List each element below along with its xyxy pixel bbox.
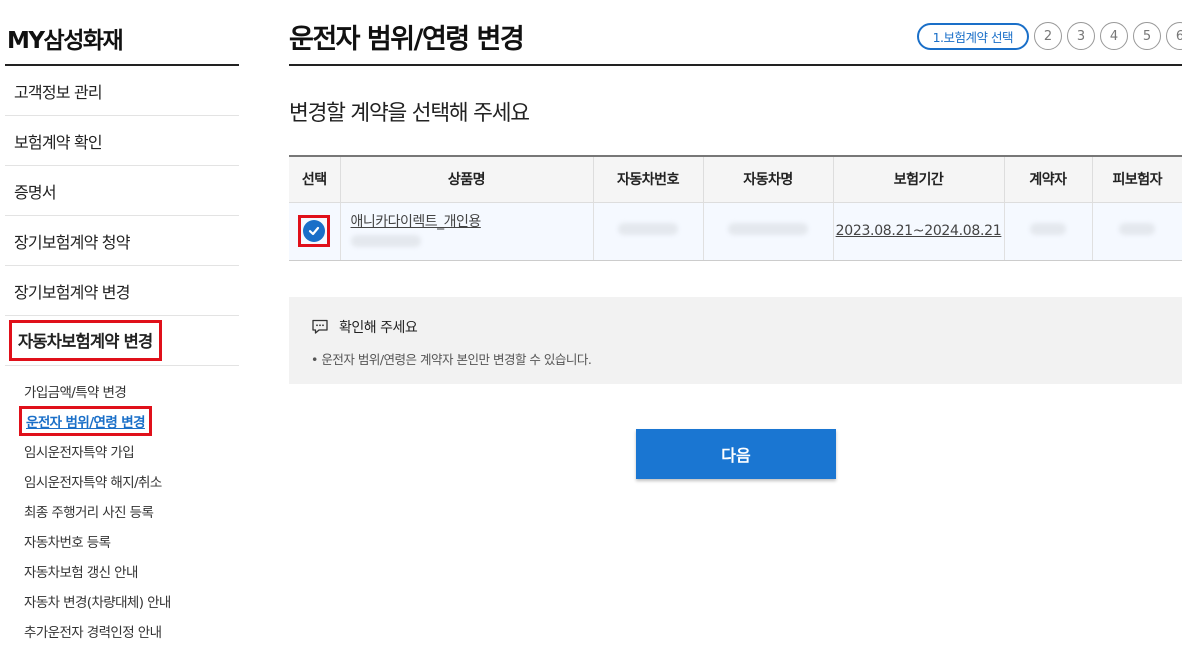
submenu: 가입금액/특약 변경 운전자 범위/연령 변경 임시운전자특약 가입 임시운전자… [5,366,239,646]
product-link[interactable]: 애니카다이렉트_개인용 [351,214,482,230]
menu-item-label: 장기보험계약 변경 [14,282,130,302]
notice-text: • 운전자 범위/연령은 계약자 본인만 변경할 수 있습니다. [311,351,592,367]
menu-item-label: 고객정보 관리 [14,82,103,102]
table-header-row: 선택 상품명 자동차번호 자동차명 보험기간 계약자 피보험자 [289,155,1182,203]
submenu-item-driver-range[interactable]: 운전자 범위/연령 변경 [5,406,239,436]
submenu-item-label: 운전자 범위/연령 변경 [19,406,152,436]
insurance-period: 2023.08.21~2024.08.21 [835,223,1002,239]
submenu-item-extra-driver[interactable]: 추가운전자 경력인정 안내 [5,616,239,646]
next-button[interactable]: 다음 [636,429,836,479]
contractor-cell [1003,202,1092,261]
contracts-table: 선택 상품명 자동차번호 자동차명 보험기간 계약자 피보험자 애니카다이렉트_… [289,155,1182,261]
page-title: 운전자 범위/연령 변경 [289,24,525,55]
col-header-car-number: 자동차번호 [592,155,703,203]
step-3: 3 [1067,22,1095,50]
section-title: 변경할 계약을 선택해 주세요 [289,101,530,126]
redacted-policy-number [350,235,421,247]
step-indicator: 1.보험계약 선택 2 3 4 5 6 [916,22,1182,50]
col-header-insured: 피보험자 [1091,155,1182,203]
submenu-item-coverage[interactable]: 가입금액/특약 변경 [5,376,239,406]
redacted-car-name [728,223,808,235]
submenu-item-label: 자동차보험 갱신 안내 [24,565,138,581]
table-row[interactable]: 애니카다이렉트_개인용 2023.08.21~2024.08.21 [289,202,1182,261]
submenu-item-label: 임시운전자특약 해지/취소 [24,475,162,491]
submenu-item-label: 추가운전자 경력인정 안내 [24,625,162,641]
notice-box: 확인해 주세요 • 운전자 범위/연령은 계약자 본인만 변경할 수 있습니다. [289,296,1182,384]
speech-bubble-icon [312,319,328,334]
submenu-item-mileage-photo[interactable]: 최종 주행거리 사진 등록 [5,496,239,526]
menu-item-long-term-apply[interactable]: 장기보험계약 청약 [5,216,239,266]
select-cell [289,202,340,261]
insured-cell [1091,202,1182,261]
redacted-contractor [1030,223,1066,235]
menu-item-label: 자동차보험계약 변경 [9,320,163,361]
submenu-item-label: 자동차번호 등록 [24,535,111,551]
redacted-car-number [618,223,678,235]
brand-title[interactable]: MY삼성화재 [5,0,239,66]
col-header-select: 선택 [289,155,340,203]
menu-item-certificate[interactable]: 증명서 [5,166,239,216]
submenu-item-car-replace[interactable]: 자동차 변경(차량대체) 안내 [5,586,239,616]
notice-title: 확인해 주세요 [311,317,1182,337]
submenu-item-renewal[interactable]: 자동차보험 갱신 안내 [5,556,239,586]
step-5: 5 [1133,22,1161,50]
submenu-item-label: 최종 주행거리 사진 등록 [24,505,154,521]
period-cell: 2023.08.21~2024.08.21 [832,202,1004,261]
step-6: 6 [1166,22,1182,50]
select-checkbox[interactable] [303,220,326,242]
select-checkbox-highlight [298,215,331,247]
submenu-item-label: 자동차 변경(차량대체) 안내 [24,595,171,611]
submenu-item-label: 임시운전자특약 가입 [24,445,135,461]
col-header-product: 상품명 [339,155,593,203]
sidebar: MY삼성화재 고객정보 관리 보험계약 확인 증명서 장기보험계약 청약 장기보… [5,0,239,646]
step-2: 2 [1034,22,1062,50]
main-content: 운전자 범위/연령 변경 1.보험계약 선택 2 3 4 5 6 변경할 계약을… [289,0,1182,479]
check-icon [309,226,320,236]
notice-title-text: 확인해 주세요 [339,319,418,336]
menu-item-long-term-change[interactable]: 장기보험계약 변경 [5,266,239,316]
step-current: 1.보험계약 선택 [916,22,1029,50]
col-header-car-name: 자동차명 [702,155,833,203]
redacted-insured [1119,223,1156,235]
menu-item-auto-change[interactable]: 자동차보험계약 변경 [5,316,239,366]
step-4: 4 [1100,22,1128,50]
menu-item-label: 장기보험계약 청약 [14,232,130,252]
submenu-item-temp-driver-cancel[interactable]: 임시운전자특약 해지/취소 [5,466,239,496]
product-cell: 애니카다이렉트_개인용 [339,202,593,261]
menu-item-customer-info[interactable]: 고객정보 관리 [5,66,239,116]
submenu-item-car-number[interactable]: 자동차번호 등록 [5,526,239,556]
col-header-contractor: 계약자 [1003,155,1092,203]
menu-item-label: 보험계약 확인 [14,132,103,152]
col-header-period: 보험기간 [832,155,1004,203]
submenu-item-temp-driver-join[interactable]: 임시운전자특약 가입 [5,436,239,466]
car-name-cell [702,202,833,261]
car-number-cell [592,202,703,261]
submenu-item-label: 가입금액/특약 변경 [24,385,127,401]
menu-item-contract-check[interactable]: 보험계약 확인 [5,116,239,166]
menu-item-label: 증명서 [14,182,57,202]
page-header: 운전자 범위/연령 변경 1.보험계약 선택 2 3 4 5 6 [289,0,1182,66]
